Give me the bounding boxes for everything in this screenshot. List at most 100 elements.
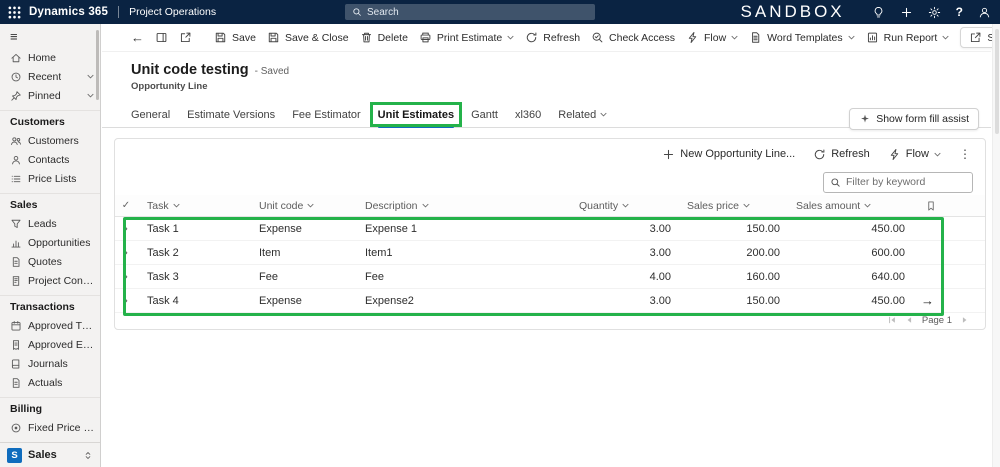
sidebar-item-leads[interactable]: Leads <box>0 214 100 233</box>
cell-sales-price: 150.00 <box>746 294 780 307</box>
table-row-task-1[interactable]: › Task 1 Expense Expense 1 3.00 150.00 4… <box>115 217 985 241</box>
tab-related[interactable]: Related <box>558 102 607 128</box>
tab-gantt[interactable]: Gantt <box>471 102 498 128</box>
print-estimate-button[interactable]: Print Estimate <box>419 31 514 44</box>
cell-quantity: 3.00 <box>649 294 671 307</box>
column-header-sales-amount[interactable]: Sales amount <box>786 200 911 212</box>
sparkle-icon <box>861 114 870 122</box>
subgrid-toolbar: New Opportunity Line... Refresh Flow ⋮ <box>115 139 985 169</box>
clock-icon <box>11 72 21 81</box>
keyword-filter[interactable] <box>823 171 973 193</box>
hamburger-menu-icon[interactable]: ≡ <box>0 24 100 48</box>
refresh-icon <box>527 32 537 43</box>
subgrid-flow-button[interactable]: Flow <box>888 148 941 161</box>
column-header-quantity[interactable]: Quantity <box>569 200 677 212</box>
row-expand-chevron[interactable]: › <box>115 247 137 259</box>
refresh-button[interactable]: Refresh <box>525 31 580 44</box>
back-button[interactable]: ← <box>131 30 144 45</box>
check-access-button[interactable]: Check Access <box>591 31 675 44</box>
flow-button[interactable]: Flow <box>686 31 738 44</box>
sidebar-item-fixed-price-milestones[interactable]: Fixed Price Milest... <box>0 418 100 437</box>
sidebar-item-price-lists[interactable]: Price Lists <box>0 169 100 188</box>
save-and-close-button[interactable]: Save & Close <box>267 31 349 44</box>
sidebar-item-approved-expenses[interactable]: Approved Expenses <box>0 335 100 354</box>
delete-button[interactable]: Delete <box>360 31 408 44</box>
cell-sales-price: 160.00 <box>746 270 780 283</box>
sidebar-item-journals[interactable]: Journals <box>0 354 100 373</box>
sidebar-item-recent[interactable]: Recent <box>0 67 100 86</box>
previous-page-button[interactable] <box>905 316 913 324</box>
table-row-task-4[interactable]: › Task 4 Expense Expense2 3.00 150.00 45… <box>115 289 985 313</box>
tab-estimate-versions[interactable]: Estimate Versions <box>187 102 275 128</box>
chevron-down-icon <box>848 35 855 40</box>
unit-estimates-subgrid: New Opportunity Line... Refresh Flow ⋮ F… <box>114 138 986 330</box>
row-expand-chevron[interactable]: › <box>115 295 137 307</box>
gear-icon[interactable] <box>928 6 941 19</box>
user-avatar-icon[interactable] <box>978 6 991 19</box>
word-templates-button[interactable]: Word Templates <box>749 31 855 44</box>
sidebar-item-home[interactable]: Home <box>0 48 100 67</box>
column-options[interactable] <box>911 200 985 212</box>
sidebar-item-pinned[interactable]: Pinned <box>0 86 100 105</box>
column-header-description[interactable]: Description <box>355 200 569 212</box>
main-scrollbar[interactable] <box>992 24 1000 467</box>
sidebar-scrollbar[interactable] <box>96 30 99 100</box>
lightbulb-icon[interactable] <box>872 6 885 19</box>
area-switcher[interactable]: S Sales <box>0 442 100 467</box>
column-header-sales-price[interactable]: Sales price <box>677 200 786 212</box>
select-all-checkbox[interactable]: ✓ <box>115 200 137 211</box>
section-header: Transactions <box>10 301 75 313</box>
filter-by-keyword-input[interactable] <box>846 176 966 188</box>
sidebar-item-approved-time[interactable]: Approved Time <box>0 316 100 335</box>
column-header-unit-code[interactable]: Unit code <box>249 200 355 212</box>
column-header-task[interactable]: Task <box>137 200 249 212</box>
show-form-fill-assist-button[interactable]: Show form fill assist <box>849 107 979 130</box>
waffle-menu-icon[interactable] <box>7 5 22 20</box>
cell-quantity: 4.00 <box>649 270 671 283</box>
side-panel-button[interactable] <box>155 31 168 44</box>
row-expand-chevron[interactable]: › <box>115 271 137 283</box>
tab-fee-estimator[interactable]: Fee Estimator <box>292 102 360 128</box>
section-header: Sales <box>10 199 38 211</box>
sidebar-item-quotes[interactable]: Quotes <box>0 252 100 271</box>
global-search[interactable] <box>345 4 595 20</box>
funnel-icon <box>11 219 21 228</box>
row-expand-chevron[interactable]: › <box>115 223 137 235</box>
table-row-task-3[interactable]: › Task 3 Fee Fee 4.00 160.00 640.00 <box>115 265 985 289</box>
report-icon <box>867 32 877 43</box>
app-name[interactable]: Dynamics 365 <box>29 6 108 18</box>
sidebar-item-actuals[interactable]: Actuals <box>0 373 100 392</box>
next-page-button[interactable] <box>961 316 969 324</box>
flow-icon <box>890 148 898 160</box>
pin-icon <box>11 90 21 101</box>
cell-sales-amount: 450.00 <box>871 294 905 307</box>
app-area-name[interactable]: Project Operations <box>129 6 216 18</box>
help-icon[interactable]: ? <box>956 5 963 19</box>
topbar-divider <box>118 6 120 18</box>
entity-name: Opportunity Line <box>131 81 208 92</box>
first-page-button[interactable] <box>888 316 896 324</box>
plus-icon[interactable] <box>900 6 913 19</box>
cell-description: Expense2 <box>365 294 414 307</box>
save-button[interactable]: Save <box>214 31 256 44</box>
cell-quantity: 3.00 <box>649 246 671 259</box>
sidebar-item-opportunities[interactable]: Opportunities <box>0 233 100 252</box>
cell-unit-code: Expense <box>259 222 302 235</box>
area-badge: S <box>7 447 22 463</box>
chevron-down-icon <box>600 112 607 117</box>
tab-general[interactable]: General <box>131 102 170 128</box>
search-input[interactable] <box>367 6 588 18</box>
open-record-arrow[interactable]: → <box>911 293 985 308</box>
sidebar-item-customers[interactable]: Customers <box>0 131 100 150</box>
sidebar-item-project-contracts[interactable]: Project Contracts <box>0 271 100 290</box>
run-report-button[interactable]: Run Report <box>866 31 950 44</box>
sidebar-item-contacts[interactable]: Contacts <box>0 150 100 169</box>
new-opportunity-line-button[interactable]: New Opportunity Line... <box>662 148 795 161</box>
popout-button[interactable] <box>179 31 192 44</box>
tab-xl360[interactable]: xl360 <box>515 102 541 128</box>
area-switch-icon <box>85 451 91 459</box>
tab-unit-estimates[interactable]: Unit Estimates <box>369 101 463 128</box>
table-row-task-2[interactable]: › Task 2 Item Item1 3.00 200.00 600.00 <box>115 241 985 265</box>
more-commands-icon[interactable]: ⋮ <box>959 147 971 161</box>
subgrid-refresh-button[interactable]: Refresh <box>813 148 870 161</box>
